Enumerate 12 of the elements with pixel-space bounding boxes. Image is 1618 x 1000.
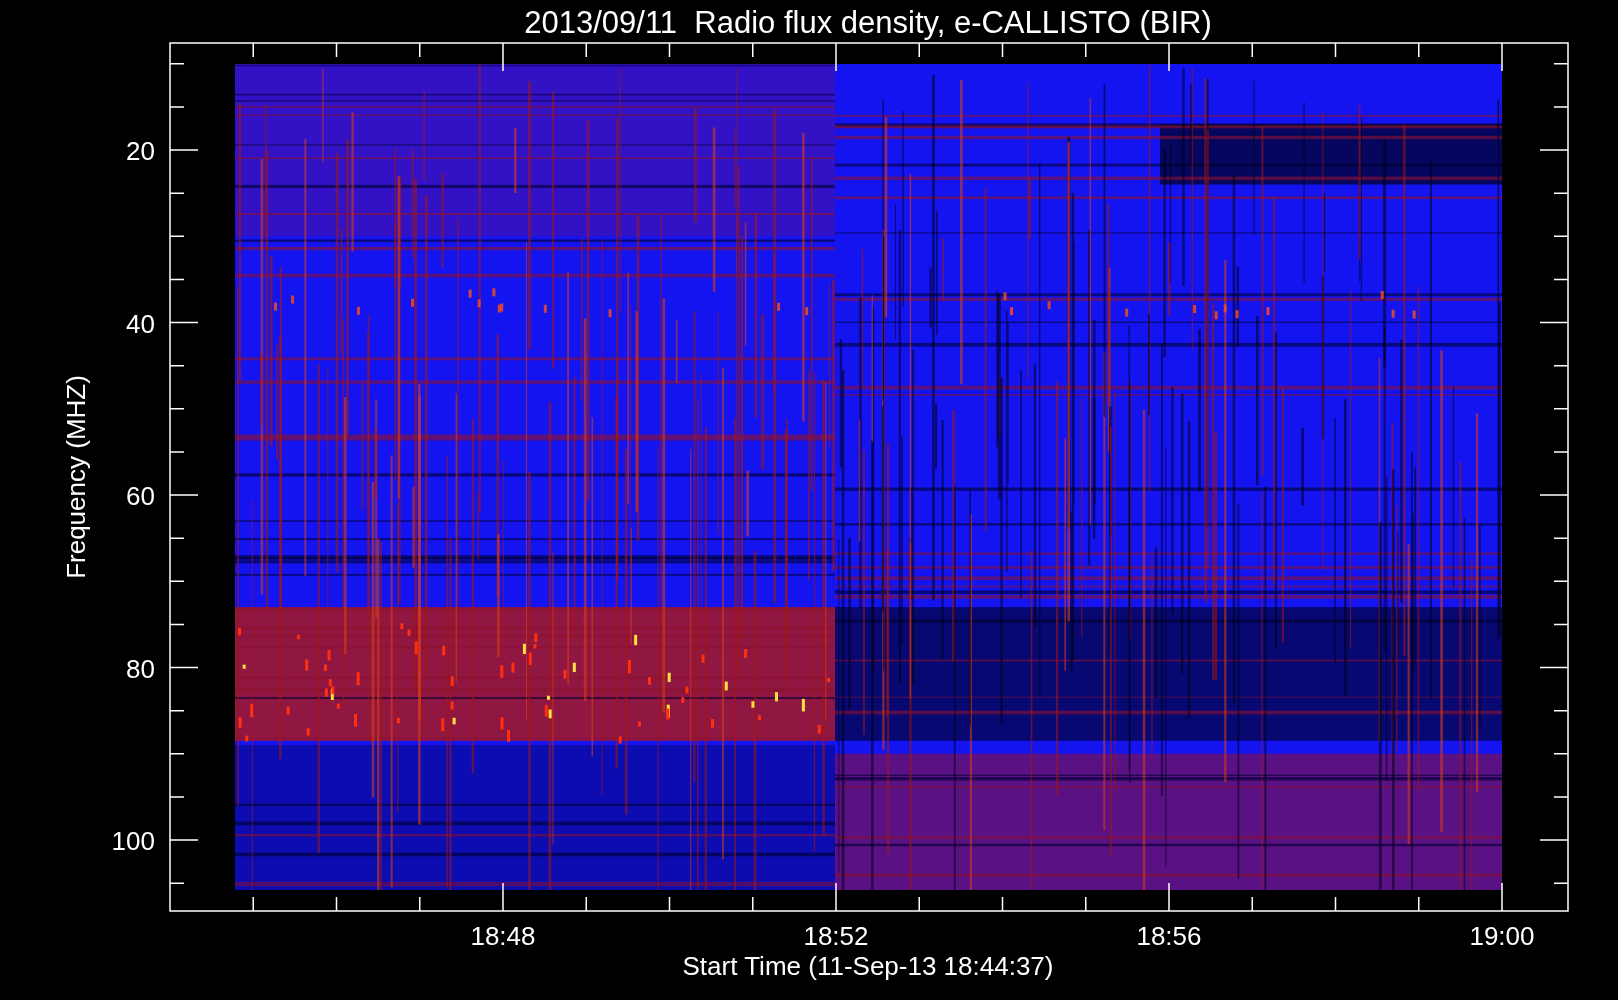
y-axis-label: Frequency (MHZ) xyxy=(61,375,91,579)
x-tick-label: 18:52 xyxy=(803,921,869,951)
y-tick-label: 100 xyxy=(111,826,155,856)
x-tick-label: 19:00 xyxy=(1469,921,1535,951)
y-tick-label: 80 xyxy=(126,653,155,684)
y-tick-label: 40 xyxy=(126,308,155,339)
x-tick-label: 18:56 xyxy=(1136,921,1202,951)
y-tick-label: 60 xyxy=(126,481,155,511)
y-tick-label: 20 xyxy=(126,136,155,166)
x-tick-label: 18:48 xyxy=(470,921,536,951)
x-axis-label: Start Time (11-Sep-13 18:44:37) xyxy=(682,951,1054,981)
chart-title: 2013/09/11 Radio flux density, e-CALLISTO (BIR) xyxy=(524,5,1212,40)
